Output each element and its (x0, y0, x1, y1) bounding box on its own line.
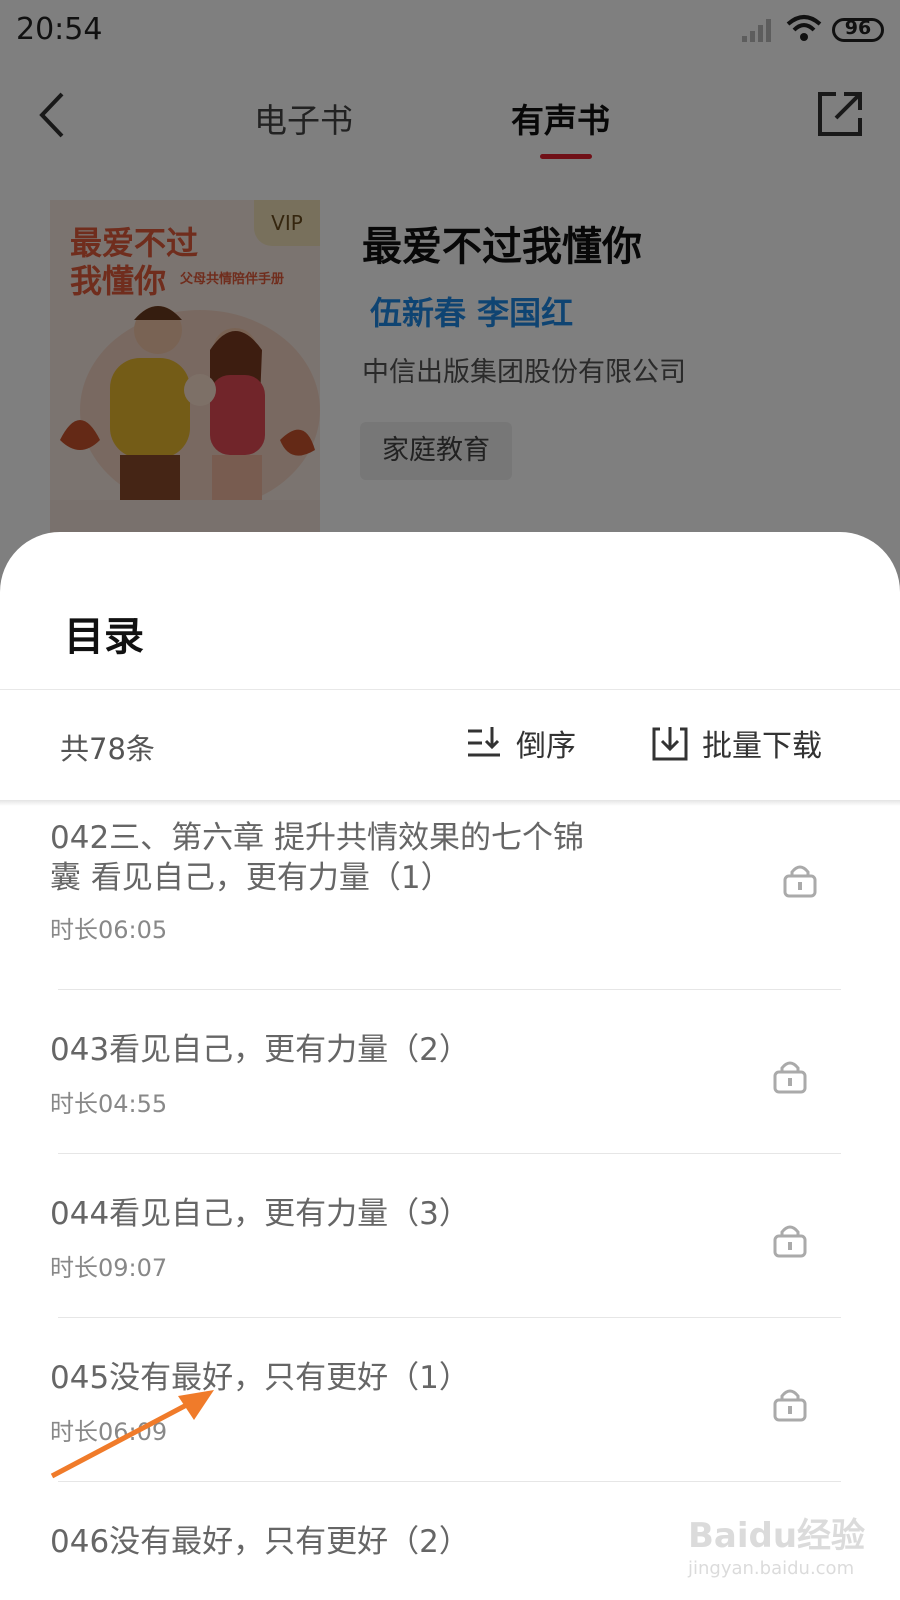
batch-download-label: 批量下载 (702, 729, 822, 764)
reverse-order-button[interactable]: 倒序 (464, 718, 576, 768)
lock-icon (773, 1225, 807, 1258)
chapter-title: 046没有最好，只有更好（2） (50, 1524, 470, 1560)
chapter-duration: 时长06:05 (50, 916, 168, 944)
reverse-order-label: 倒序 (516, 729, 576, 764)
chapter-duration: 时长04:55 (50, 1090, 168, 1118)
catalog-title: 目录 (64, 614, 144, 660)
chapter-list: 042三、第六章 提升共情效果的七个锦囊 看见自己，更有力量（1） 时长06:0… (0, 806, 900, 1600)
baidu-watermark: Baidu经验 jingyan.baidu.com (688, 1490, 878, 1590)
sort-icon (468, 727, 500, 757)
chapter-duration: 时长06:09 (50, 1418, 168, 1446)
chapter-title: 045没有最好，只有更好（1） (50, 1360, 470, 1396)
lock-icon (783, 865, 817, 898)
chapter-row[interactable]: 044看见自己，更有力量（3） 时长09:07 (0, 1154, 900, 1318)
watermark-text: Baidu经验 (688, 1516, 866, 1556)
chapter-title: 042三、第六章 提升共情效果的七个锦囊 看见自己，更有力量（1） (50, 820, 585, 896)
chapter-row[interactable]: 045没有最好，只有更好（1） 时长06:09 (0, 1318, 900, 1482)
chapter-row[interactable]: 043看见自己，更有力量（2） 时长04:55 (0, 990, 900, 1154)
download-icon (652, 727, 688, 761)
lock-icon (773, 1061, 807, 1094)
batch-download-button[interactable]: 批量下载 (650, 718, 822, 768)
watermark-url: jingyan.baidu.com (688, 1558, 855, 1579)
chapter-row[interactable]: 042三、第六章 提升共情效果的七个锦囊 看见自己，更有力量（1） 时长06:0… (0, 806, 900, 990)
chapter-title: 044看见自己，更有力量（3） (50, 1196, 470, 1232)
catalog-toolbar: 共78条 倒序 批量下载 (0, 690, 900, 800)
lock-icon (773, 1389, 807, 1422)
chapter-count: 共78条 (60, 732, 155, 766)
chapter-duration: 时长09:07 (50, 1254, 168, 1282)
catalog-bottom-sheet: 目录 共78条 倒序 批量下载 042三、第六章 提升共情效果的七个锦囊 看见自… (0, 532, 900, 1600)
chapter-title: 043看见自己，更有力量（2） (50, 1032, 470, 1068)
